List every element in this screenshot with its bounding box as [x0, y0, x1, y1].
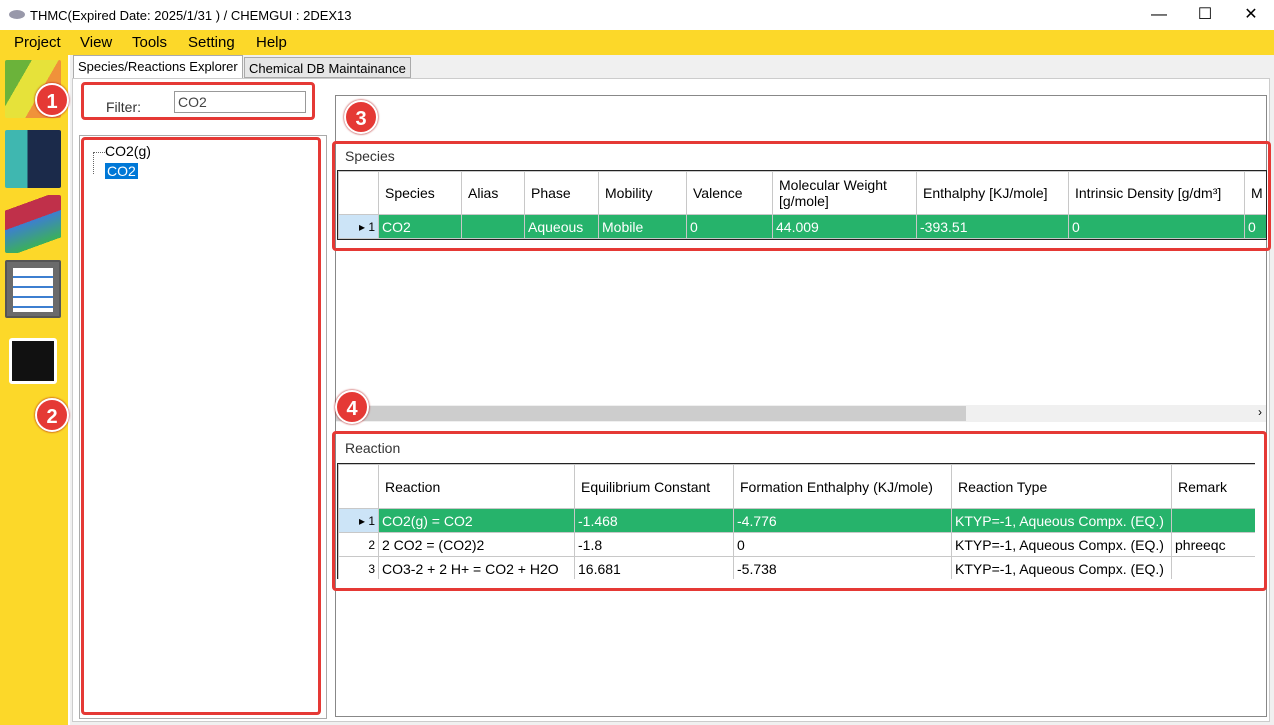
cell[interactable]: Aqueous: [524, 214, 599, 239]
callout-badge-3: 3: [344, 100, 378, 134]
cell[interactable]: 0: [1068, 214, 1245, 239]
species-header-row: Species Alias Phase Mobility Valence Mol…: [338, 171, 1266, 215]
cell[interactable]: 0: [733, 532, 952, 557]
filter-label: Filter:: [106, 99, 141, 115]
row-header-corner: [338, 464, 379, 509]
chemical-database-icon[interactable]: [5, 130, 61, 188]
filter-box: Filter:: [81, 82, 315, 120]
reaction-group: Reaction Reaction Equilibrium Constant F…: [332, 431, 1267, 591]
col-species[interactable]: Species: [378, 171, 462, 215]
species-title: Species: [345, 148, 395, 164]
col-reaction-type[interactable]: Reaction Type: [951, 464, 1172, 509]
app-icon: [9, 10, 25, 19]
row-header[interactable]: ▸ 1: [338, 214, 379, 239]
tab-chemical-db-maintainance[interactable]: Chemical DB Maintainance: [244, 57, 411, 78]
cell[interactable]: KTYP=-1, Aqueous Compx. (EQ.): [951, 532, 1172, 557]
maximize-button[interactable]: ☐: [1182, 0, 1228, 30]
minimize-button[interactable]: —: [1136, 0, 1182, 30]
cell[interactable]: CO3-2 + 2 H+ = CO2 + H2O: [378, 556, 575, 579]
cell[interactable]: 44.009: [772, 214, 917, 239]
scrollbar-thumb[interactable]: [336, 406, 966, 421]
row-header[interactable]: 3: [338, 556, 379, 579]
col-more[interactable]: M [d: [1244, 171, 1266, 215]
callout-badge-2: 2: [35, 398, 69, 432]
cell[interactable]: KTYP=-1, Aqueous Compx. (EQ.): [951, 556, 1172, 579]
cell[interactable]: [1171, 508, 1255, 533]
reaction-header-row: Reaction Equilibrium Constant Formation …: [338, 464, 1255, 509]
reaction-title: Reaction: [345, 440, 401, 456]
col-enthalphy[interactable]: Enthalphy [KJ/mole]: [916, 171, 1069, 215]
menu-setting[interactable]: Setting: [188, 34, 235, 51]
row-index: 1: [368, 219, 375, 234]
table-row[interactable]: 3 CO3-2 + 2 H+ = CO2 + H2O 16.681 -5.738…: [338, 556, 1255, 579]
menu-bar: Project View Tools Setting Help: [0, 30, 1274, 55]
col-intrinsic-density[interactable]: Intrinsic Density [g/dm³]: [1068, 171, 1245, 215]
callout-badge-1: 1: [35, 83, 69, 117]
col-phase[interactable]: Phase: [524, 171, 599, 215]
cell[interactable]: KTYP=-1, Aqueous Compx. (EQ.): [951, 508, 1172, 533]
cell[interactable]: phreeqc: [1171, 532, 1255, 557]
menu-project[interactable]: Project: [14, 34, 61, 51]
col-equilibrium-constant[interactable]: Equilibrium Constant: [574, 464, 734, 509]
cell[interactable]: CO2(g) = CO2: [378, 508, 575, 533]
cell[interactable]: -4.776: [733, 508, 952, 533]
col-remark[interactable]: Remark: [1171, 464, 1255, 509]
cell[interactable]: Mobile: [598, 214, 687, 239]
reaction-grid: Reaction Equilibrium Constant Formation …: [337, 463, 1255, 579]
cell[interactable]: [1171, 556, 1255, 579]
cell[interactable]: -393.51: [916, 214, 1069, 239]
callout-badge-4: 4: [335, 390, 369, 424]
col-molecular-weight[interactable]: Molecular Weight [g/mole]: [772, 171, 917, 215]
menu-tools[interactable]: Tools: [132, 34, 167, 51]
tab-species-reactions-explorer[interactable]: Species/Reactions Explorer: [73, 55, 243, 79]
tree-highlight: CO2(g) CO2: [81, 137, 321, 715]
row-index: 1: [368, 513, 375, 528]
menu-view[interactable]: View: [80, 34, 112, 51]
cell[interactable]: -1.468: [574, 508, 734, 533]
tree-node-co2g[interactable]: CO2(g): [105, 143, 151, 159]
explorer-panel: Filter: CO2(g) CO2 Species Species Alias…: [72, 78, 1271, 722]
cell[interactable]: CO2: [378, 214, 462, 239]
horizontal-scrollbar[interactable]: ›: [336, 405, 1266, 422]
row-header[interactable]: 2: [338, 532, 379, 557]
tree-line: [93, 152, 105, 174]
close-button[interactable]: ✕: [1228, 0, 1274, 30]
row-header[interactable]: ▸ 1: [338, 508, 379, 533]
cell[interactable]: -1.8: [574, 532, 734, 557]
model-layers-icon[interactable]: [5, 195, 61, 253]
cell[interactable]: 0: [686, 214, 773, 239]
row-header-corner: [338, 171, 379, 215]
tool-sidebar: [0, 55, 68, 725]
cell[interactable]: 0: [1244, 214, 1266, 239]
col-mobility[interactable]: Mobility: [598, 171, 687, 215]
species-group: Species Species Alias Phase Mobility Val…: [332, 141, 1271, 251]
window-title: THMC(Expired Date: 2025/1/31 ) / CHEMGUI…: [30, 8, 352, 23]
tree-node-co2[interactable]: CO2: [105, 163, 138, 179]
cell[interactable]: 16.681: [574, 556, 734, 579]
scroll-right-icon[interactable]: ›: [1258, 405, 1262, 419]
col-alias[interactable]: Alias: [461, 171, 525, 215]
table-row[interactable]: ▸ 1 CO2(g) = CO2 -1.468 -4.776 KTYP=-1, …: [338, 508, 1255, 533]
cell[interactable]: 2 CO2 = (CO2)2: [378, 532, 575, 557]
filter-input[interactable]: [174, 91, 306, 113]
3d-viewer-icon[interactable]: [5, 330, 61, 388]
thmc-settings-icon[interactable]: [5, 260, 61, 318]
table-row[interactable]: ▸ 1 CO2 Aqueous Mobile 0 44.009 -393.51 …: [338, 214, 1266, 239]
cell[interactable]: -5.738: [733, 556, 952, 579]
table-row[interactable]: 2 2 CO2 = (CO2)2 -1.8 0 KTYP=-1, Aqueous…: [338, 532, 1255, 557]
cell[interactable]: [461, 214, 525, 239]
menu-help[interactable]: Help: [256, 34, 287, 51]
col-valence[interactable]: Valence: [686, 171, 773, 215]
col-reaction[interactable]: Reaction: [378, 464, 575, 509]
col-formation-enthalphy[interactable]: Formation Enthalphy (KJ/mole): [733, 464, 952, 509]
species-grid: Species Alias Phase Mobility Valence Mol…: [337, 170, 1267, 240]
title-bar: THMC(Expired Date: 2025/1/31 ) / CHEMGUI…: [0, 0, 1274, 30]
